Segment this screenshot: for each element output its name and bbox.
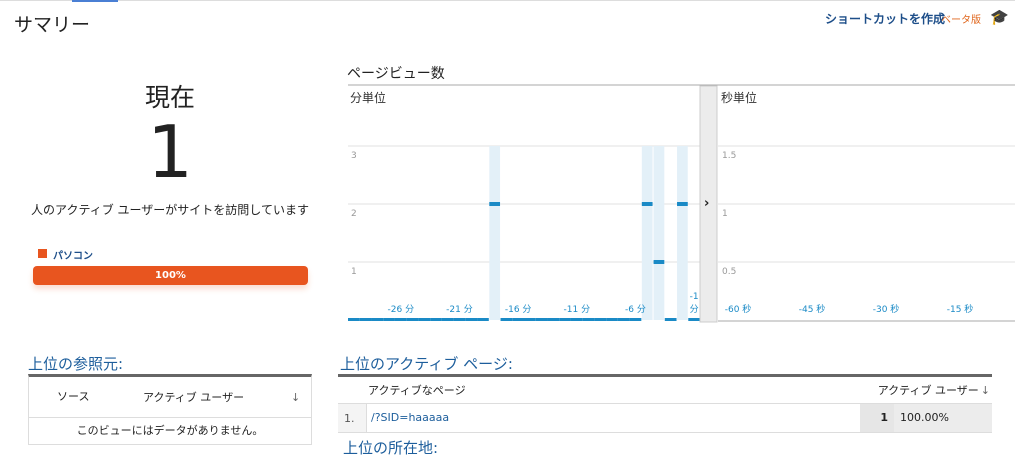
active-pages-table: アクティブなページ アクティブ ユーザー ↓ 1. /?SID=haaaaa 1…	[338, 374, 992, 433]
seconds-chart-title: 秒単位	[721, 90, 757, 105]
chevron-right-icon[interactable]: ›	[704, 196, 709, 211]
x-tick-label: -1	[690, 292, 699, 302]
x-tick-label: -30 秒	[873, 303, 900, 315]
minutes-chart-title: 分単位	[350, 90, 386, 105]
bar-highlight-column	[489, 146, 501, 320]
tab-bar-line	[0, 0, 1015, 1]
active-users-description: 人のアクティブ ユーザーがサイトを訪問しています	[31, 203, 309, 217]
y-tick-label: 1.5	[722, 151, 736, 161]
x-tick-label: -15 秒	[947, 303, 974, 315]
device-share-bar: 100%	[33, 266, 308, 285]
bar-zero-mark	[582, 318, 595, 321]
row-users: 1	[860, 404, 894, 432]
sort-arrow-icon[interactable]: ↓	[291, 391, 311, 404]
x-tick-label: -60 秒	[725, 303, 752, 315]
bar-zero-mark	[606, 318, 618, 321]
active-user-count: 1	[147, 110, 193, 194]
bar-zero-mark	[594, 318, 607, 321]
x-tick-label: -45 秒	[799, 303, 826, 315]
bar-zero-mark	[394, 318, 407, 321]
x-tick-label: 分	[690, 304, 699, 315]
bar-highlight-column	[677, 146, 688, 320]
bar-zero-mark	[383, 318, 395, 321]
y-tick-label: 0.5	[722, 267, 736, 277]
beta-badge: ベータ版	[941, 15, 981, 26]
bar-zero-mark	[570, 318, 583, 321]
col-active-users[interactable]: アクティブ ユーザー	[97, 389, 291, 405]
page-title: サマリー	[14, 14, 91, 36]
x-tick-label: -21 分	[446, 304, 473, 315]
x-tick-label: -6 分	[625, 304, 646, 315]
create-shortcut-link[interactable]: ショートカットを作成	[825, 10, 945, 27]
x-tick-label: -26 分	[388, 304, 415, 315]
bar-zero-mark	[512, 318, 524, 321]
y-tick-label: 1	[722, 209, 728, 219]
bar-zero-mark	[348, 318, 360, 321]
empty-message: このビューにはデータがありません。	[76, 424, 264, 437]
bar-zero-mark	[524, 318, 536, 321]
bar-zero-mark	[535, 318, 548, 321]
bar-zero-mark	[629, 318, 642, 321]
referrers-table: ソース アクティブ ユーザー ↓ このビューにはデータがありません。	[28, 374, 312, 445]
bar-zero-mark	[406, 318, 419, 321]
bar-zero-mark	[617, 318, 630, 321]
bar-zero-mark	[465, 318, 478, 321]
bar-zero-mark	[559, 318, 571, 321]
bar-zero-mark	[441, 318, 454, 321]
bar-value-mark	[653, 260, 665, 264]
bar-value-mark	[677, 202, 688, 206]
col-source[interactable]: ソース	[57, 391, 97, 403]
row-page-link[interactable]: /?SID=haaaaa	[366, 404, 860, 432]
now-label: 現在	[144, 83, 195, 112]
bar-zero-mark	[477, 318, 489, 321]
y-tick-label: 2	[351, 209, 357, 219]
col-active-users[interactable]: アクティブ ユーザー	[878, 382, 981, 398]
x-tick-label: -11 分	[564, 304, 591, 315]
next-section-title: 上位の所在地:	[343, 439, 439, 457]
bar-zero-mark	[688, 318, 700, 321]
bar-zero-mark	[371, 318, 384, 321]
desktop-legend-label: パソコン	[53, 251, 93, 262]
top-referrers-title: 上位の参照元:	[28, 355, 124, 373]
y-tick-label: 1	[351, 267, 357, 277]
y-tick-label: 3	[351, 151, 357, 161]
bar-zero-mark	[418, 318, 431, 321]
pageviews-title: ページビュー数	[347, 66, 445, 82]
bar-zero-mark	[453, 318, 466, 321]
bar-zero-mark	[664, 318, 677, 321]
bar-highlight-column	[641, 146, 653, 320]
row-rank: 1.	[344, 411, 355, 425]
graduation-cap-icon[interactable]: 🎓	[990, 8, 1009, 26]
sort-arrow-icon[interactable]: ↓	[981, 384, 992, 397]
bar-zero-mark	[547, 318, 560, 321]
top-active-pages-title: 上位のアクティブ ページ:	[340, 355, 513, 373]
row-percent: 100.00%	[894, 404, 992, 432]
bar-value-mark	[489, 202, 501, 206]
bar-value-mark	[641, 202, 653, 206]
bar-zero-mark	[430, 318, 442, 321]
table-row: 1. /?SID=haaaaa 1 100.00%	[338, 404, 992, 433]
desktop-legend-swatch	[38, 249, 47, 258]
bar-highlight-column	[653, 146, 665, 320]
pageviews-chart: 分単位 1 2 3 -26 分 -21 分 -16 分 -11 分 -6 分 -1 分 › 秒単位 0.5…	[348, 84, 1015, 323]
col-active-page[interactable]: アクティブなページ	[338, 382, 878, 398]
bar-zero-mark	[500, 318, 513, 321]
bar-zero-mark	[359, 318, 372, 321]
selected-tab-indicator	[72, 0, 118, 2]
x-tick-label: -16 分	[505, 304, 532, 315]
